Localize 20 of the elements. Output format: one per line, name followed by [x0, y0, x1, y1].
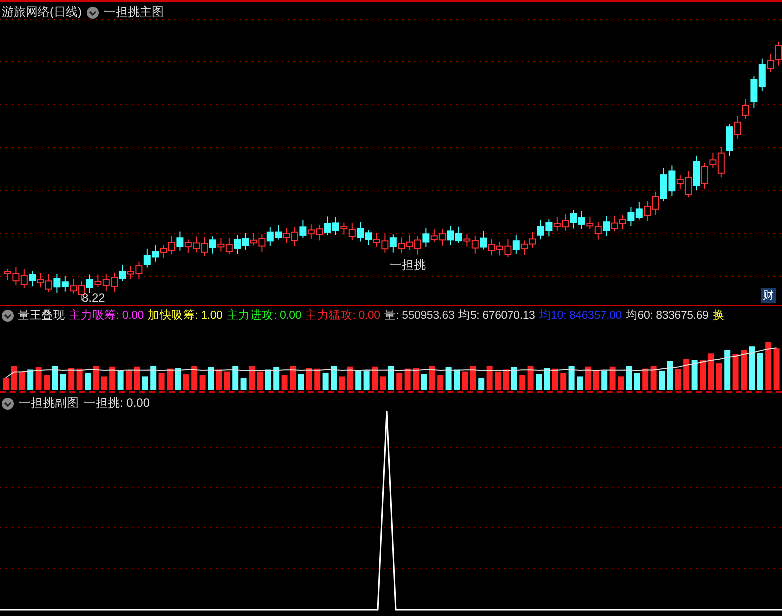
signal-label: 一担挑: [390, 259, 426, 272]
indicator-reading: 换: [712, 308, 725, 323]
indicator-reading: 均10: 846357.00: [539, 308, 622, 323]
indicator-reading: 量: 550953.63: [384, 309, 455, 323]
indicator-name[interactable]: 量王叠现: [18, 308, 66, 323]
dropdown-icon[interactable]: [2, 310, 14, 322]
indicator-name[interactable]: 一担挑副图: [19, 395, 79, 412]
finance-badge[interactable]: 财: [761, 288, 776, 303]
indicator-reading: 均60: 833675.69: [626, 308, 709, 323]
indicator-reading: 主力吸筹: 0.00: [69, 308, 144, 323]
dropdown-icon[interactable]: [2, 398, 14, 410]
indicator-reading: 加快吸筹: 1.00: [148, 308, 223, 323]
dropdown-icon[interactable]: [87, 6, 99, 18]
indicator-name[interactable]: 一担挑主图: [104, 4, 164, 21]
chart-title: 游旅网络(日线): [2, 4, 82, 21]
indicator-reading: 主力猛攻: 0.00: [306, 308, 380, 323]
indicator-reading: 均5: 676070.13: [458, 308, 536, 323]
low-price-label: 8.22: [82, 292, 106, 305]
indicator-reading: 主力进攻: 0.00: [226, 308, 302, 323]
indicator-reading: 一担挑: 0.00: [84, 395, 150, 412]
